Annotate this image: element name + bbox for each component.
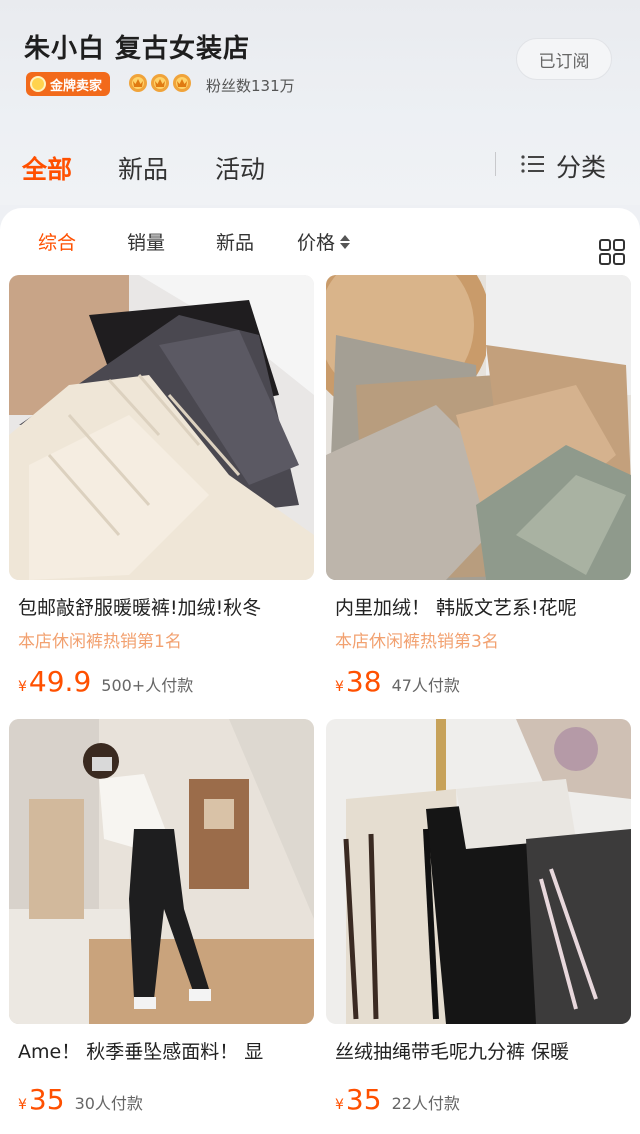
product-image[interactable] — [9, 719, 314, 1024]
sort-comprehensive[interactable]: 综合 — [38, 228, 76, 255]
product-card[interactable]: 内里加绒！ 韩版文艺系!花呢 本店休闲裤热销第3名 ¥ 38 47人付款 — [326, 275, 631, 700]
product-title[interactable]: 内里加绒！ 韩版文艺系!花呢 — [335, 593, 631, 620]
sort-price-label: 价格 — [297, 232, 336, 254]
currency-symbol: ¥ — [18, 1097, 27, 1113]
sold-count: 30人付款 — [74, 1094, 143, 1113]
fan-count: 粉丝数131万 — [206, 77, 295, 95]
gold-seller-badge: 金牌卖家 — [26, 72, 111, 96]
product-image[interactable] — [326, 275, 631, 580]
sort-arrows-icon — [340, 234, 351, 249]
price-row: ¥ 35 30人付款 — [18, 1083, 143, 1116]
sales-rank[interactable]: 本店休闲裤热销第3名 — [335, 627, 499, 652]
price-row: ¥ 38 47人付款 — [335, 665, 460, 698]
price: 38 — [345, 665, 382, 698]
gold-seller-label: 金牌卖家 — [50, 78, 103, 94]
currency-symbol: ¥ — [18, 679, 27, 695]
price-row: ¥ 35 22人付款 — [335, 1083, 460, 1116]
category-button[interactable]: 分类 — [520, 148, 606, 184]
sold-count: 47人付款 — [391, 676, 460, 695]
watermark: ◎ 头条@问答 — [494, 1096, 618, 1124]
category-label: 分类 — [556, 153, 607, 182]
sort-price[interactable]: 价格 — [297, 228, 351, 255]
medal-icon — [30, 76, 46, 92]
price: 35 — [345, 1083, 382, 1116]
tab-new[interactable]: 新品 — [118, 150, 168, 186]
price-row: ¥ 49.9 500+人付款 — [18, 665, 193, 698]
sort-new[interactable]: 新品 — [216, 228, 254, 255]
product-title[interactable]: 包邮敲舒服暖暖裤!加绒!秋冬 — [18, 593, 314, 620]
price: 49.9 — [28, 665, 92, 698]
crown-icon — [172, 72, 192, 94]
tab-activity[interactable]: 活动 — [215, 150, 265, 186]
grid-view-icon[interactable] — [598, 238, 626, 266]
toutiao-logo-icon: ◎ — [494, 1096, 522, 1124]
product-title[interactable]: 丝绒抽绳带毛呢九分裤 保暖 — [335, 1037, 631, 1064]
product-title[interactable]: Ame！ 秋季垂坠感面料！ 显 — [18, 1037, 314, 1064]
crown-rating — [128, 72, 192, 94]
sold-count: 22人付款 — [391, 1094, 460, 1113]
crown-icon — [150, 72, 170, 94]
price: 35 — [28, 1083, 65, 1116]
product-card[interactable]: 丝绒抽绳带毛呢九分裤 保暖 ¥ 35 22人付款 — [326, 719, 631, 1134]
shop-header: 朱小白 复古女装店 金牌卖家 粉丝数131万 已订阅 全部 新品 活动 分类 — [0, 0, 640, 205]
list-icon — [520, 153, 546, 179]
currency-symbol: ¥ — [335, 679, 344, 695]
product-card[interactable]: Ame！ 秋季垂坠感面料！ 显 ¥ 35 30人付款 — [9, 719, 314, 1134]
sort-bar: 综合 销量 新品 价格 — [0, 222, 640, 265]
product-image[interactable] — [9, 275, 314, 580]
product-image[interactable] — [326, 719, 631, 1024]
crown-icon — [128, 72, 148, 94]
tab-all[interactable]: 全部 — [22, 150, 72, 186]
sales-rank[interactable]: 本店休闲裤热销第1名 — [18, 627, 182, 652]
currency-symbol: ¥ — [335, 1097, 344, 1113]
watermark-text: 头条@问答 — [528, 1101, 618, 1122]
subscribed-button[interactable]: 已订阅 — [516, 38, 612, 80]
shop-name[interactable]: 朱小白 复古女装店 — [24, 28, 250, 65]
tab-divider — [495, 152, 496, 176]
sold-count: 500+人付款 — [101, 676, 194, 695]
sort-sales[interactable]: 销量 — [127, 228, 165, 255]
product-card[interactable]: 包邮敲舒服暖暖裤!加绒!秋冬 本店休闲裤热销第1名 ¥ 49.9 500+人付款 — [9, 275, 314, 700]
